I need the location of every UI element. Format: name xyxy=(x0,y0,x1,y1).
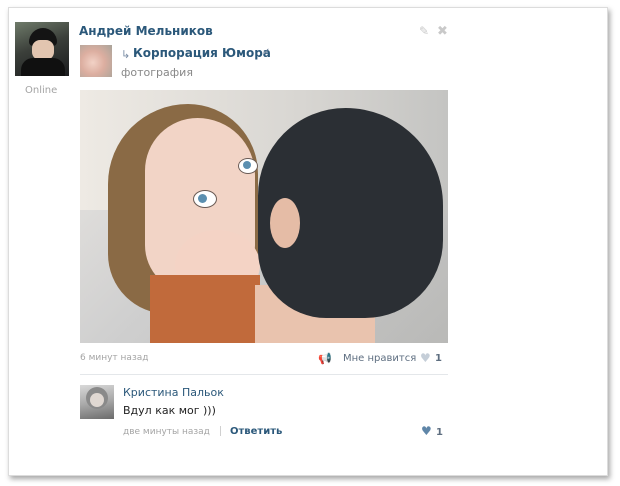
repost-type-label: фотография xyxy=(121,66,193,79)
comments-divider xyxy=(80,374,448,375)
author-name-link[interactable]: Андрей Мельников xyxy=(79,24,213,38)
comment-author-link[interactable]: Кристина Пальок xyxy=(123,386,224,399)
post-timestamp-link[interactable]: 6 минут назад xyxy=(80,353,148,363)
like-count: 1 xyxy=(435,353,442,364)
comment-heart-icon[interactable]: ♥ xyxy=(421,424,432,438)
comment-text: Вдул как мог ))) xyxy=(123,404,216,417)
repost-source-link[interactable]: Корпорация Юмора xyxy=(133,46,271,60)
comment-timestamp[interactable]: две минуты назад xyxy=(123,427,210,437)
comment-author-avatar[interactable] xyxy=(80,385,114,419)
comment-meta-separator xyxy=(220,426,221,436)
repost-source-avatar[interactable] xyxy=(80,45,112,77)
comment-like-count: 1 xyxy=(436,427,443,438)
repost-arrow-icon: ↳ xyxy=(121,48,131,61)
reply-button[interactable]: Ответить xyxy=(230,426,282,437)
online-status: Online xyxy=(25,85,58,96)
like-button[interactable]: Мне нравится xyxy=(343,353,416,364)
post-photo[interactable] xyxy=(80,90,448,343)
close-icon[interactable]: ✖ xyxy=(437,24,448,39)
heart-icon[interactable]: ♥ xyxy=(420,351,431,365)
share-icon[interactable]: 📢 xyxy=(318,352,332,365)
verified-icon: ✓ xyxy=(262,47,271,58)
wall-post: Online Андрей Мельников ✎ ✖ ↳ Корпорация… xyxy=(8,7,608,476)
author-avatar[interactable] xyxy=(15,22,69,76)
edit-icon[interactable]: ✎ xyxy=(419,24,429,38)
